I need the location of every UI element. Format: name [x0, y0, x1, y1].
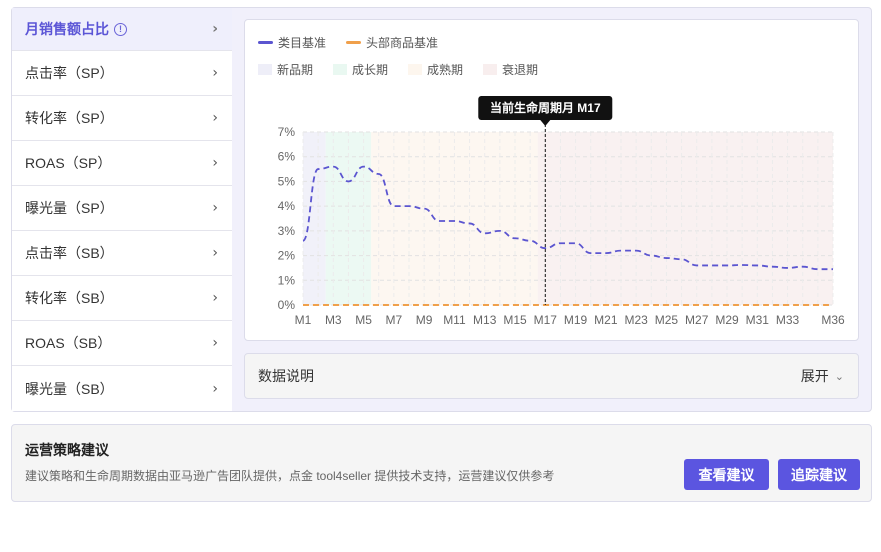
data-note-title: 数据说明 — [258, 368, 314, 384]
track-suggestions-button[interactable]: 追踪建议 — [778, 459, 860, 490]
legend-label: 新品期 — [277, 63, 314, 77]
chevron-right-icon: › — [212, 290, 218, 306]
series-legend: 类目基准 头部商品基准 — [258, 34, 438, 51]
legend-swatch — [258, 64, 272, 75]
chevron-right-icon: › — [212, 245, 218, 261]
y-tick-label: 7% — [278, 125, 296, 139]
chevron-right-icon: › — [212, 110, 218, 126]
x-tick-label: M11 — [443, 313, 466, 327]
x-tick-label: M17 — [534, 313, 558, 327]
x-tick-label: M27 — [685, 313, 709, 327]
info-circle-icon[interactable]: ! — [114, 22, 127, 36]
sidebar-item-label: 月销售额占比 — [25, 21, 109, 37]
strategy-description: 建议策略和生命周期数据由亚马逊广告团队提供，点金 tool4seller 提供技… — [25, 469, 555, 483]
x-tick-label: M13 — [473, 313, 497, 327]
sidebar-item-label: ROAS（SB） — [25, 335, 112, 351]
legend-item-top-product-benchmark[interactable]: 头部商品基准 — [346, 34, 438, 51]
chart-card: 类目基准 头部商品基准 新品期 成长期 成熟期 衰退期 0% 1% 2% 3% … — [244, 19, 859, 341]
legend-label: 头部商品基准 — [366, 36, 439, 50]
strategy-panel: 运营策略建议 建议策略和生命周期数据由亚马逊广告团队提供，点金 tool4sel… — [11, 424, 872, 502]
legend-item-category-benchmark[interactable]: 类目基准 — [258, 34, 326, 51]
phase-legend: 新品期 成长期 成熟期 衰退期 — [258, 61, 538, 78]
chevron-right-icon: › — [212, 65, 218, 81]
chevron-right-icon: › — [212, 155, 218, 171]
lifecycle-line-chart: 0% 1% 2% 3% 4% 5% 6% 7% M1 M3 M5 M7 M9 M11 M13 M15 M17 M1… — [278, 96, 845, 327]
sidebar-item-roas-sp[interactable]: ROAS（SP） › — [12, 141, 232, 186]
y-tick-label: 0% — [278, 298, 296, 312]
chevron-down-icon: ⌄ — [834, 369, 844, 383]
x-tick-label: M19 — [564, 313, 588, 327]
x-tick-label: M31 — [746, 313, 770, 327]
sidebar-item-label: 点击率（SP） — [25, 65, 114, 81]
legend-swatch — [346, 41, 362, 44]
sidebar-item-impressions-sp[interactable]: 曝光量（SP） › — [12, 186, 232, 231]
legend-item-new-phase[interactable]: 新品期 — [258, 61, 313, 78]
x-tick-label: M3 — [325, 313, 342, 327]
legend-label: 成熟期 — [427, 63, 464, 77]
chevron-right-icon: › — [212, 21, 218, 37]
sidebar-item-label: 曝光量（SP） — [25, 200, 114, 216]
legend-swatch — [483, 64, 498, 75]
x-tick-label: M23 — [624, 313, 648, 327]
sidebar-item-cvr-sb[interactable]: 转化率（SB） › — [12, 276, 232, 321]
x-tick-label: M21 — [594, 313, 618, 327]
x-tick-label: M5 — [355, 313, 372, 327]
x-tick-label: M9 — [416, 313, 433, 327]
strategy-title: 运营策略建议 — [25, 442, 109, 458]
y-tick-label: 6% — [278, 150, 296, 164]
metric-sidebar: 月销售额占比 ! › 点击率（SP） › 转化率（SP） › ROAS（SP） … — [12, 8, 232, 411]
x-tick-label: M36 — [821, 313, 845, 327]
sidebar-item-cvr-sp[interactable]: 转化率（SP） › — [12, 96, 232, 141]
sidebar-item-roas-sb[interactable]: ROAS（SB） › — [12, 321, 232, 366]
expand-label: 展开 — [800, 368, 829, 384]
expand-button[interactable]: 展开 ⌄ — [801, 366, 844, 386]
sidebar-item-ctr-sb[interactable]: 点击率（SB） › — [12, 231, 232, 276]
x-tick-label: M33 — [776, 313, 800, 327]
sidebar-item-impressions-sb[interactable]: 曝光量（SB） › — [12, 366, 232, 411]
phase-band — [303, 132, 326, 305]
legend-swatch — [333, 64, 348, 75]
y-tick-label: 4% — [278, 199, 296, 213]
marker-tooltip-arrow — [540, 120, 551, 126]
main-panel: 月销售额占比 ! › 点击率（SP） › 转化率（SP） › ROAS（SP） … — [11, 7, 872, 412]
y-tick-label: 5% — [278, 174, 296, 188]
x-tick-label: M7 — [386, 313, 403, 327]
sidebar-item-label: ROAS（SP） — [25, 155, 112, 171]
legend-swatch — [408, 64, 423, 75]
legend-label: 衰退期 — [502, 63, 539, 77]
x-tick-label: M15 — [503, 313, 527, 327]
y-tick-label: 1% — [278, 273, 296, 287]
sidebar-item-label: 转化率（SB） — [25, 290, 114, 306]
data-note-panel[interactable]: 数据说明 展开 ⌄ — [244, 353, 859, 399]
chevron-right-icon: › — [212, 335, 218, 351]
x-tick-label: M29 — [715, 313, 739, 327]
sidebar-item-ctr-sp[interactable]: 点击率（SP） › — [12, 51, 232, 96]
legend-swatch — [258, 41, 273, 44]
sidebar-item-label: 点击率（SB） — [25, 245, 114, 261]
legend-item-decline-phase[interactable]: 衰退期 — [483, 61, 538, 78]
chevron-right-icon: › — [212, 200, 218, 216]
x-tick-label: M1 — [295, 313, 312, 327]
sidebar-item-label: 转化率（SP） — [25, 110, 114, 126]
y-tick-label: 2% — [278, 249, 296, 263]
legend-item-growth-phase[interactable]: 成长期 — [333, 61, 388, 78]
marker-tooltip-label: 当前生命周期月 M17 — [490, 100, 601, 115]
legend-label: 类目基准 — [278, 36, 327, 50]
y-tick-label: 3% — [278, 224, 296, 238]
sidebar-item-label: 曝光量（SB） — [25, 380, 114, 397]
phase-band — [537, 132, 833, 305]
x-tick-label: M25 — [655, 313, 679, 327]
chevron-right-icon: › — [212, 380, 218, 397]
legend-label: 成长期 — [352, 63, 389, 77]
legend-item-mature-phase[interactable]: 成熟期 — [408, 61, 463, 78]
view-suggestions-button[interactable]: 查看建议 — [684, 459, 769, 490]
sidebar-item-monthly-sales-share[interactable]: 月销售额占比 ! › — [12, 8, 232, 51]
